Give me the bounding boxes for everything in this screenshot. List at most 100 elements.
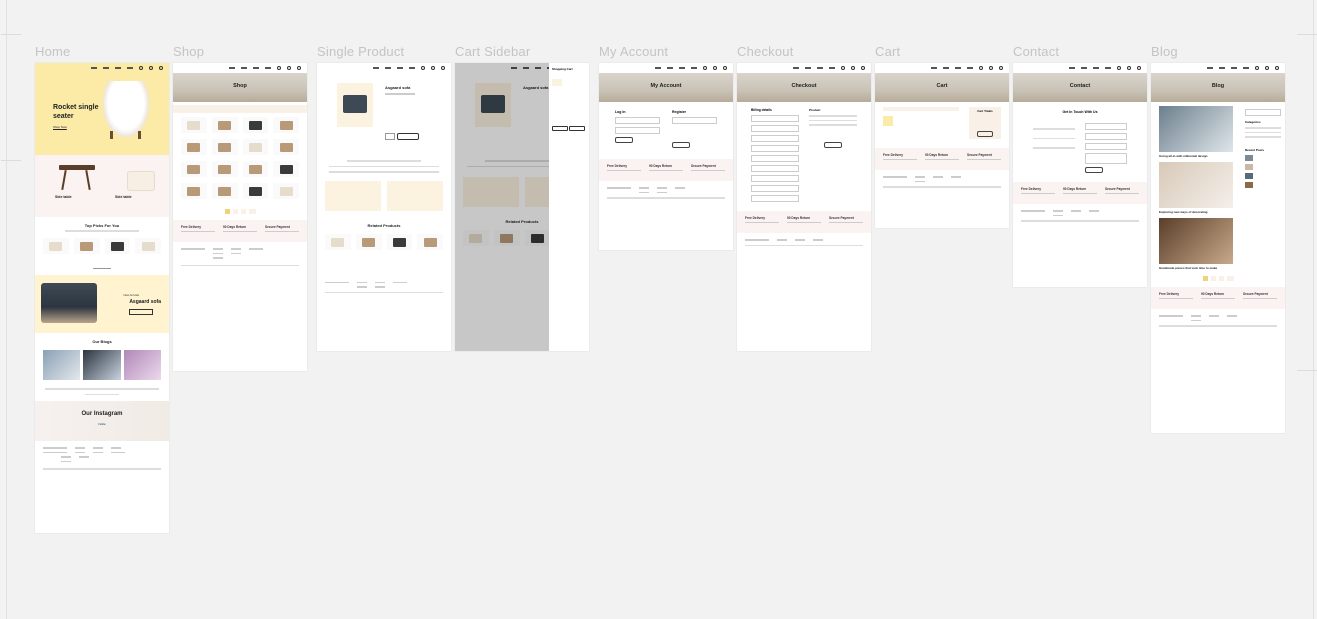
product-card[interactable] <box>417 233 443 250</box>
contact-hero: Contact <box>1013 73 1147 102</box>
page-button[interactable] <box>1210 276 1216 281</box>
next-page-button[interactable] <box>1226 276 1234 281</box>
product-card[interactable] <box>273 161 299 177</box>
product-card[interactable] <box>273 139 299 155</box>
categories-title: Categories <box>1245 120 1261 124</box>
blog-post-image[interactable] <box>1159 218 1233 264</box>
product-card[interactable] <box>211 183 238 199</box>
frame-checkout[interactable]: Checkout Billing details Product Free De… <box>737 63 871 351</box>
filter-bar[interactable] <box>173 105 307 113</box>
product-card[interactable] <box>273 183 299 199</box>
submit-button[interactable] <box>1085 167 1103 173</box>
product-card[interactable] <box>242 139 269 155</box>
email-field[interactable] <box>672 117 717 124</box>
page-button[interactable] <box>1202 276 1208 281</box>
frame-cart[interactable]: Cart Cart Totals Free Delivery 90 Days R… <box>875 63 1009 228</box>
page-button[interactable] <box>224 209 230 214</box>
quantity-stepper[interactable] <box>385 133 395 140</box>
blog-post-image[interactable] <box>1159 106 1233 152</box>
canvas-guide <box>1297 34 1317 35</box>
product-card[interactable] <box>181 161 207 177</box>
subject-field[interactable] <box>1085 143 1127 150</box>
product-card[interactable] <box>181 139 207 155</box>
name-field[interactable] <box>1085 123 1127 130</box>
product-card[interactable] <box>135 237 161 254</box>
feature-title: Secure Payment <box>829 216 854 220</box>
city-field[interactable] <box>751 155 799 162</box>
product-card[interactable] <box>181 117 207 133</box>
frame-blog[interactable]: Blog Going all-in with millennial design… <box>1151 63 1285 433</box>
frame-cart-sidebar[interactable]: Asgaard sofa Related Products Shopping C… <box>455 63 589 351</box>
search-input[interactable] <box>1245 109 1281 116</box>
frame-label-checkout[interactable]: Checkout <box>737 44 794 59</box>
product-card[interactable] <box>325 233 351 250</box>
register-title: Register <box>672 110 687 114</box>
frame-label-home[interactable]: Home <box>35 44 70 59</box>
first-name-field[interactable] <box>751 115 799 122</box>
frame-label-contact[interactable]: Contact <box>1013 44 1059 59</box>
product-card[interactable] <box>104 237 131 254</box>
frame-label-cart[interactable]: Cart <box>875 44 900 59</box>
frame-label-shop[interactable]: Shop <box>173 44 204 59</box>
frame-shop[interactable]: Shop Free Delivery 90 Days Return Secure… <box>173 63 307 371</box>
product-card[interactable] <box>386 233 413 250</box>
cart-button[interactable] <box>552 126 568 131</box>
page-button[interactable] <box>1218 276 1224 281</box>
follow-button[interactable]: Follow <box>93 423 111 427</box>
province-select[interactable] <box>751 165 799 172</box>
blog-post-title[interactable]: Handmade pieces that took time to make <box>1151 266 1241 270</box>
frame-label-single-product[interactable]: Single Product <box>317 44 404 59</box>
next-page-button[interactable] <box>248 209 256 214</box>
account-hero-title: My Account <box>650 83 682 89</box>
product-card[interactable] <box>211 161 238 177</box>
product-card[interactable] <box>73 237 100 254</box>
product-card[interactable] <box>211 117 238 133</box>
feature-title: Free Delivery <box>181 225 202 229</box>
company-field[interactable] <box>751 125 799 132</box>
checkout-button[interactable] <box>977 131 993 137</box>
blog-post-title[interactable]: Exploring new ways of decorating <box>1151 210 1241 214</box>
email-field[interactable] <box>751 195 799 202</box>
product-card[interactable] <box>211 139 238 155</box>
page-button[interactable] <box>232 209 238 214</box>
product-card[interactable] <box>43 237 69 254</box>
product-card[interactable] <box>355 233 382 250</box>
product-card[interactable] <box>242 117 269 133</box>
blog-post-image[interactable] <box>1159 162 1233 208</box>
page-button[interactable] <box>240 209 246 214</box>
frame-label-blog[interactable]: Blog <box>1151 44 1178 59</box>
frame-home[interactable]: Rocket single seater Shop Now Side table… <box>35 63 169 533</box>
blog-card[interactable] <box>43 350 81 380</box>
product-card[interactable] <box>242 161 269 177</box>
product-card[interactable] <box>273 117 299 133</box>
add-to-cart-button[interactable] <box>397 133 419 140</box>
frame-label-my-account[interactable]: My Account <box>599 44 668 59</box>
blog-post-title[interactable]: Going all-in with millennial design <box>1151 154 1241 158</box>
product-card[interactable] <box>242 183 269 199</box>
checkout-button[interactable] <box>569 126 585 131</box>
side-table-title: Side table <box>115 195 132 199</box>
frame-label-cart-sidebar[interactable]: Cart Sidebar <box>455 44 530 59</box>
frame-my-account[interactable]: My Account Log In Register Free Delivery… <box>599 63 733 250</box>
login-button[interactable] <box>615 137 633 143</box>
password-field[interactable] <box>615 127 660 134</box>
username-field[interactable] <box>615 117 660 124</box>
design-canvas: Home Shop Single Product Cart Sidebar My… <box>1 0 1317 619</box>
frame-single-product[interactable]: Asgaard sofa Related Products <box>317 63 451 351</box>
account-hero: My Account <box>599 73 733 102</box>
country-select[interactable] <box>751 135 799 142</box>
phone-field[interactable] <box>751 185 799 192</box>
register-button[interactable] <box>672 142 690 148</box>
street-field[interactable] <box>751 145 799 152</box>
message-field[interactable] <box>1085 153 1127 164</box>
product-card[interactable] <box>181 183 207 199</box>
zip-field[interactable] <box>751 175 799 182</box>
home-shop-now-link[interactable]: Shop Now <box>53 123 99 132</box>
blog-card[interactable] <box>123 350 161 380</box>
blog-card[interactable] <box>83 350 121 380</box>
page-overlay[interactable] <box>455 63 549 351</box>
place-order-button[interactable] <box>824 141 842 148</box>
email-field[interactable] <box>1085 133 1127 140</box>
shop-hero-title: Shop <box>233 83 247 89</box>
frame-contact[interactable]: Contact Get In Touch With Us Free Delive… <box>1013 63 1147 287</box>
